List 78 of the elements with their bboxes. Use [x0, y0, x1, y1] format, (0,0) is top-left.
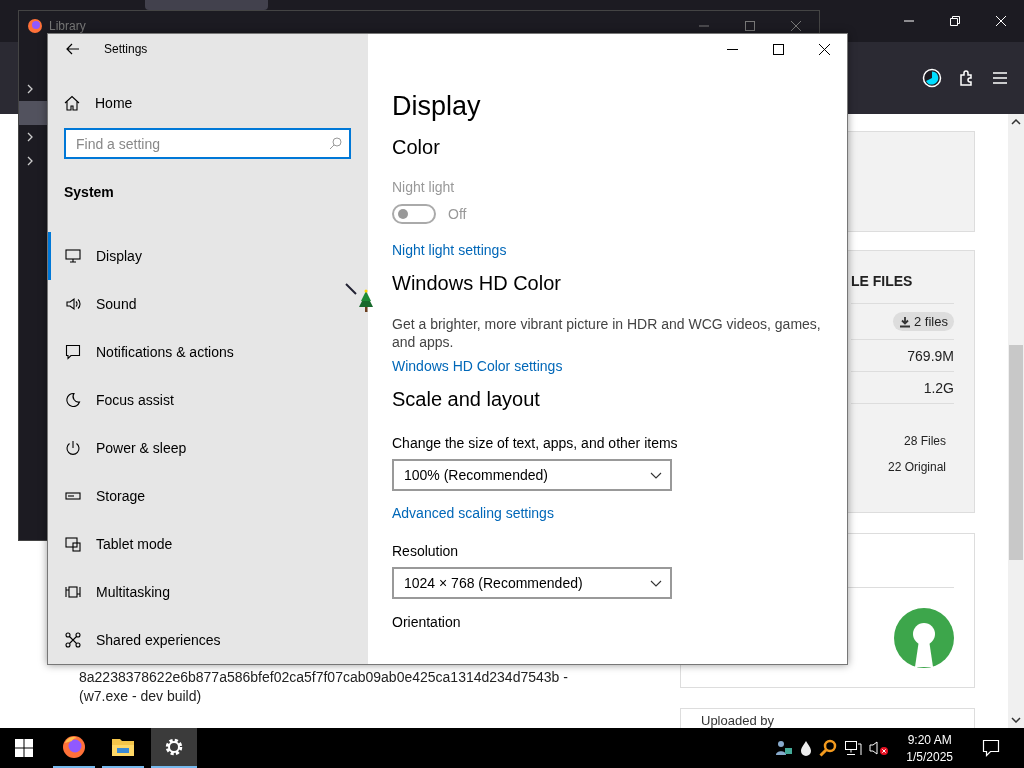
multitasking-icon	[65, 584, 81, 600]
nav-item[interactable]: Storage	[48, 472, 368, 520]
search-field[interactable]: Find a setting	[64, 128, 351, 159]
window-title: Settings	[104, 42, 148, 57]
files-download-badge[interactable]: 2 files	[893, 312, 954, 331]
toggle-state: Off	[448, 206, 467, 222]
size-value: 769.9M	[907, 347, 954, 364]
folder-icon	[111, 736, 135, 758]
home-nav-item[interactable]: Home	[64, 88, 368, 117]
dropdown[interactable]: 1024 × 768 (Recommended)	[392, 567, 672, 599]
magnifier-icon[interactable]	[819, 739, 838, 757]
download-icon	[899, 315, 912, 328]
dropdown[interactable]: 100% (Recommended)	[392, 459, 672, 491]
menu-icon[interactable]	[992, 71, 1008, 85]
network-icon[interactable]	[844, 740, 863, 756]
pie-chart-icon[interactable]	[922, 68, 942, 88]
field-label: Resolution	[392, 543, 459, 559]
gear-icon	[163, 736, 185, 758]
notification-icon[interactable]	[982, 739, 1000, 757]
chevron-down-icon	[650, 579, 662, 587]
power-icon	[65, 440, 81, 456]
house-icon	[64, 94, 80, 111]
search-icon	[329, 137, 342, 150]
people-icon[interactable]	[775, 739, 794, 757]
window-title: Library	[49, 19, 86, 33]
page-title: Display	[392, 91, 481, 122]
drop-icon[interactable]	[800, 740, 813, 756]
tablet-icon	[65, 536, 81, 552]
nav-item[interactable]: Shared experiences	[48, 616, 368, 664]
windows-start-icon[interactable]	[15, 739, 33, 757]
display-icon	[65, 248, 81, 264]
nav-item[interactable]: Power & sleep	[48, 424, 368, 472]
close-icon[interactable]	[819, 44, 830, 55]
firefox-icon	[62, 735, 86, 759]
notifications-icon	[65, 344, 81, 360]
scroll-down-icon[interactable]	[1011, 717, 1021, 723]
tree-row[interactable]	[19, 101, 49, 125]
uploaded-by-label: Uploaded by	[701, 713, 774, 728]
maximize-icon[interactable]	[773, 44, 784, 55]
size-value: 1.2G	[923, 379, 954, 396]
nav-item[interactable]: Multitasking	[48, 568, 368, 616]
restore-icon[interactable]	[949, 15, 961, 27]
focus-icon	[65, 392, 81, 408]
sound-icon	[65, 296, 81, 312]
chevron-down-icon	[650, 471, 662, 479]
firefox-icon	[27, 18, 43, 34]
description-text: Get a brighter, more vibrant picture in HDR and WCG videos, games, and apps.	[392, 315, 822, 351]
chevron-icon	[27, 132, 33, 142]
scrollbar-thumb[interactable]	[1009, 345, 1023, 560]
field-label: Change the size of text, apps, and other items	[392, 435, 678, 451]
chevron-icon	[27, 156, 33, 166]
section-heading: Color	[392, 136, 440, 159]
toggle-label: Night light	[392, 179, 455, 195]
count-text: 28 Files	[903, 434, 946, 448]
volume-muted-icon[interactable]	[869, 740, 890, 756]
clock[interactable]: 9:20 AM 1/5/2025	[906, 732, 953, 764]
section-heading: Windows HD Color	[392, 272, 561, 295]
section-heading: Scale and layout	[392, 388, 540, 411]
field-label: Orientation	[392, 614, 461, 630]
settings-link[interactable]: Windows HD Color settings	[392, 358, 563, 374]
tree-cursor-icon	[345, 283, 375, 313]
keyhole-logo-icon	[893, 607, 955, 669]
scroll-up-icon[interactable]	[1011, 119, 1021, 125]
settings-link[interactable]: Advanced scaling settings	[392, 505, 554, 521]
nav-item[interactable]: Tablet mode	[48, 520, 368, 568]
scrollbar[interactable]	[1008, 114, 1024, 728]
shared-icon	[65, 632, 81, 648]
settings-link[interactable]: Night light settings	[392, 242, 507, 258]
hash-text: (w7.exe - dev build)	[79, 688, 203, 704]
nav-item[interactable]: Notifications & actions	[48, 328, 368, 376]
count-text: 22 Original	[887, 460, 946, 474]
back-arrow-icon[interactable]	[66, 43, 80, 56]
card-heading: LE FILES	[851, 273, 914, 289]
taskbar-app-button[interactable]	[151, 728, 197, 768]
nav-item[interactable]: Focus assist	[48, 376, 368, 424]
section-heading: System	[64, 184, 115, 200]
chevron-icon	[27, 84, 33, 94]
hash-text: 8a2238378622e6b877a586bfef02ca5f7f07cab09ab0e425ca1314d234d7543b -	[79, 669, 568, 685]
